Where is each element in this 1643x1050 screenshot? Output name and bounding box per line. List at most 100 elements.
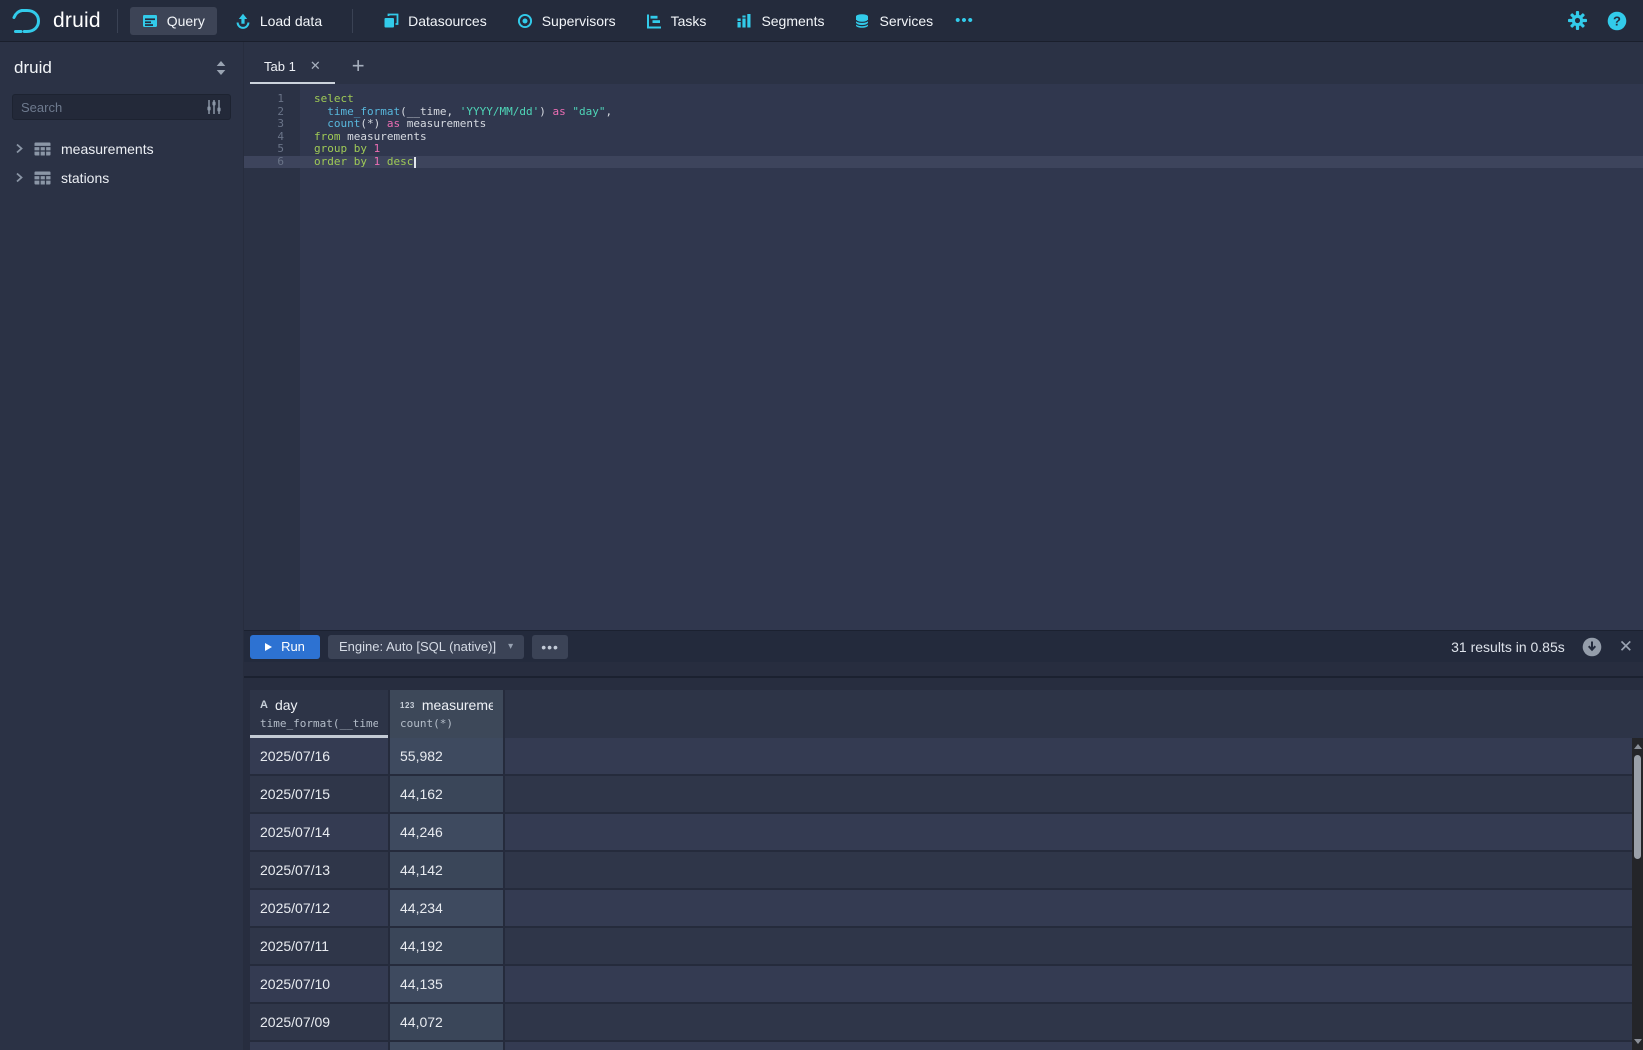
cell-measurements[interactable]: 44,192 — [390, 928, 505, 966]
tree-item-label: measurements — [61, 141, 154, 157]
cell-day[interactable]: 2025/07/16 — [250, 738, 390, 776]
results-divider — [244, 676, 1643, 678]
close-tab-icon[interactable]: ✕ — [310, 58, 321, 74]
row-filler — [505, 966, 1643, 1004]
datasource-tree: measurements stations — [12, 134, 231, 192]
nav-item-query[interactable]: Query — [130, 7, 217, 35]
table-row: 2025/07/1444,246 — [250, 814, 1643, 852]
code-line-3[interactable]: 3 count(*) as measurements — [244, 118, 1643, 131]
brand-text: druid — [53, 9, 101, 33]
stacked-chart-icon — [736, 13, 752, 29]
navbar-items: Query Load data Datasources SupervisorsTask… — [130, 7, 945, 35]
cell-day[interactable]: 2025/07/13 — [250, 852, 390, 890]
tab-label: Tab 1 — [264, 59, 296, 74]
results-scrollbar[interactable] — [1632, 738, 1643, 1050]
nav-item-tasks[interactable]: Tasks — [634, 7, 719, 35]
column-expression: count(*) — [400, 717, 493, 730]
engine-select[interactable]: Engine: Auto [SQL (native)] ▾ — [328, 635, 524, 659]
sql-editor[interactable]: 1select2 time_format(__time, 'YYYY/MM/dd… — [244, 84, 1643, 630]
play-icon — [265, 643, 272, 651]
table-row: 2025/07/1044,135 — [250, 966, 1643, 1004]
upload-icon — [235, 13, 251, 29]
nav-item-load-data[interactable]: Load data — [223, 7, 334, 35]
chevron-right-icon[interactable] — [14, 143, 24, 154]
code-line-6[interactable]: 6order by 1 desc — [244, 156, 1643, 169]
line-number: 3 — [244, 118, 284, 131]
cell-measurements[interactable]: 44,162 — [390, 776, 505, 814]
tab-tab1[interactable]: Tab 1 ✕ — [250, 48, 335, 84]
nav-item-datasources[interactable]: Datasources — [371, 7, 499, 35]
download-icon[interactable] — [1582, 637, 1602, 657]
chevron-right-icon[interactable] — [14, 172, 24, 183]
table-row: 2025/07/1144,192 — [250, 928, 1643, 966]
cell-measurements[interactable]: 55,982 — [390, 738, 505, 776]
cell-day[interactable]: 2025/07/09 — [250, 1004, 390, 1042]
nav-more-button[interactable]: ••• — [945, 8, 984, 33]
database-icon — [854, 13, 870, 29]
sidebar: druid measurements stations — [0, 42, 244, 1050]
nav-item-label: Datasources — [408, 13, 487, 29]
number-type-icon: 123 — [400, 701, 415, 710]
cell-measurements[interactable]: 44,135 — [390, 966, 505, 1004]
eye-icon — [517, 13, 533, 29]
content: druid measurements stations Tab 1 ✕ + 1se… — [0, 42, 1643, 1050]
header-filler — [505, 690, 1643, 738]
code-text: order by 1 desc — [314, 156, 416, 169]
cell-day[interactable]: 2025/07/11 — [250, 928, 390, 966]
code-line-4[interactable]: 4from measurements — [244, 131, 1643, 144]
table-row-partial — [250, 1042, 1643, 1050]
column-header-day[interactable]: A day time_format(__time,… — [250, 690, 390, 738]
results-table: A day time_format(__time,… 123 measureme… — [250, 690, 1643, 1050]
close-results-icon[interactable]: ✕ — [1619, 638, 1633, 655]
column-name: day — [275, 697, 298, 713]
cell-day — [250, 1042, 390, 1050]
scroll-down-icon[interactable] — [1634, 1039, 1642, 1044]
filter-icon[interactable] — [206, 99, 222, 115]
tabbar: Tab 1 ✕ + — [244, 42, 1643, 84]
row-filler — [505, 776, 1643, 814]
cell-day[interactable]: 2025/07/14 — [250, 814, 390, 852]
caret-down-icon: ▾ — [508, 641, 513, 652]
add-tab-icon[interactable]: + — [343, 48, 374, 84]
cell-measurements[interactable]: 44,234 — [390, 890, 505, 928]
navbar-divider — [352, 9, 353, 33]
run-bar: Run Engine: Auto [SQL (native)] ▾ ••• 31… — [244, 630, 1643, 662]
nav-item-supervisors[interactable]: Supervisors — [505, 7, 628, 35]
scroll-up-icon[interactable] — [1634, 744, 1642, 749]
run-label: Run — [281, 639, 305, 654]
help-icon[interactable]: ? — [1607, 11, 1627, 31]
datasources-icon — [383, 13, 399, 29]
cell-measurements[interactable]: 44,072 — [390, 1004, 505, 1042]
row-filler — [505, 738, 1643, 776]
nav-item-segments[interactable]: Segments — [724, 7, 836, 35]
row-filler — [505, 1042, 1643, 1050]
cell-day[interactable]: 2025/07/15 — [250, 776, 390, 814]
search-input[interactable] — [21, 100, 206, 115]
schema-title: druid — [14, 58, 52, 78]
druid-brand[interactable]: druid — [10, 6, 105, 36]
cell-measurements[interactable]: 44,246 — [390, 814, 505, 852]
sort-indicator — [250, 735, 388, 738]
cell-measurements — [390, 1042, 505, 1050]
column-header-measurements[interactable]: 123 measureme… count(*) — [390, 690, 505, 738]
nav-item-services[interactable]: Services — [842, 7, 945, 35]
scrollbar-thumb[interactable] — [1634, 755, 1641, 859]
tree-item-stations[interactable]: stations — [12, 163, 231, 192]
row-filler — [505, 1004, 1643, 1042]
code-line-5[interactable]: 5group by 1 — [244, 143, 1643, 156]
query-more-button[interactable]: ••• — [532, 635, 568, 659]
cell-day[interactable]: 2025/07/12 — [250, 890, 390, 928]
tree-item-measurements[interactable]: measurements — [12, 134, 231, 163]
query-view: Tab 1 ✕ + 1select2 time_format(__time, '… — [244, 42, 1643, 1050]
console-icon — [142, 13, 158, 29]
gear-icon[interactable] — [1568, 11, 1587, 30]
nav-item-label: Load data — [260, 13, 322, 29]
line-number: 1 — [244, 93, 284, 106]
cell-measurements[interactable]: 44,142 — [390, 852, 505, 890]
double-caret-vertical-icon[interactable] — [213, 58, 229, 78]
results-body: 2025/07/1655,9822025/07/1544,1622025/07/… — [250, 738, 1643, 1050]
row-filler — [505, 852, 1643, 890]
results-header: A day time_format(__time,… 123 measureme… — [250, 690, 1643, 738]
run-button[interactable]: Run — [250, 635, 320, 659]
cell-day[interactable]: 2025/07/10 — [250, 966, 390, 1004]
